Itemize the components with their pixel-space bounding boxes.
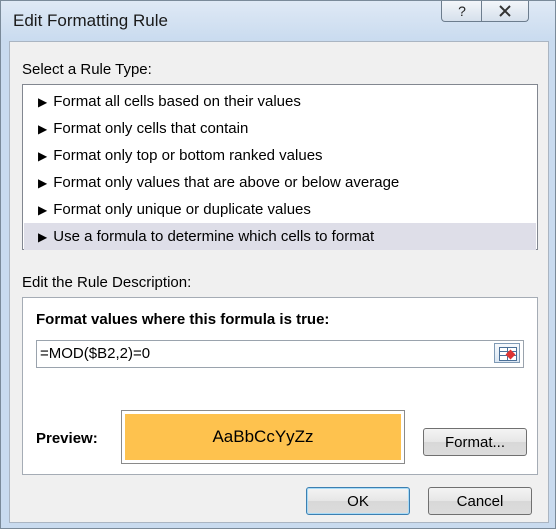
rule-item-use-formula[interactable]: ▶ Use a formula to determine which cells… (24, 223, 536, 250)
range-select-button[interactable] (494, 343, 520, 363)
ok-button[interactable]: OK (306, 487, 410, 515)
formula-field[interactable] (36, 340, 524, 368)
title-bar[interactable]: Edit Formatting Rule ? (1, 1, 555, 41)
rule-type-list[interactable]: ▶ Format all cells based on their values… (22, 84, 538, 250)
rule-type-label: Select a Rule Type: (22, 61, 152, 78)
preview-box: AaBbCcYyZz (121, 410, 405, 464)
triangle-right-icon: ▶ (38, 121, 48, 136)
rule-item-label: Format only top or bottom ranked values (53, 147, 323, 164)
triangle-right-icon: ▶ (38, 175, 48, 190)
format-button[interactable]: Format... (423, 428, 527, 456)
dialog-body: Select a Rule Type: ▶ Format all cells b… (9, 41, 549, 523)
dialog-title: Edit Formatting Rule (13, 11, 168, 30)
rule-description-label: Edit the Rule Description: (22, 274, 192, 291)
close-icon (499, 5, 511, 17)
cancel-button[interactable]: Cancel (428, 487, 532, 515)
triangle-right-icon: ▶ (38, 94, 48, 109)
help-icon: ? (458, 3, 466, 19)
formula-input[interactable] (40, 343, 480, 363)
rule-item-label: Format only unique or duplicate values (53, 201, 311, 218)
triangle-right-icon: ▶ (38, 229, 48, 244)
triangle-right-icon: ▶ (38, 202, 48, 217)
formula-heading: Format values where this formula is true… (36, 311, 330, 328)
rule-item-unique-duplicate[interactable]: ▶ Format only unique or duplicate values (24, 196, 536, 223)
close-button[interactable] (481, 1, 529, 22)
rule-item-label: Format only cells that contain (53, 120, 249, 137)
rule-item-above-below-average[interactable]: ▶ Format only values that are above or b… (24, 169, 536, 196)
rule-item-label: Format all cells based on their values (53, 93, 301, 110)
edit-formatting-rule-dialog: Edit Formatting Rule ? Select a Rule Typ… (0, 0, 556, 529)
help-button[interactable]: ? (441, 1, 483, 22)
rule-description-panel: Format values where this formula is true… (22, 297, 538, 475)
preview-label: Preview: (36, 430, 98, 447)
rule-item-all-cells[interactable]: ▶ Format all cells based on their values (24, 88, 536, 115)
rule-item-label: Use a formula to determine which cells t… (53, 228, 375, 245)
rule-item-cells-contain[interactable]: ▶ Format only cells that contain (24, 115, 536, 142)
rule-item-label: Format only values that are above or bel… (53, 174, 400, 191)
preview-sample: AaBbCcYyZz (125, 414, 401, 460)
triangle-right-icon: ▶ (38, 148, 48, 163)
preview-text: AaBbCcYyZz (212, 427, 314, 446)
rule-item-top-bottom[interactable]: ▶ Format only top or bottom ranked value… (24, 142, 536, 169)
